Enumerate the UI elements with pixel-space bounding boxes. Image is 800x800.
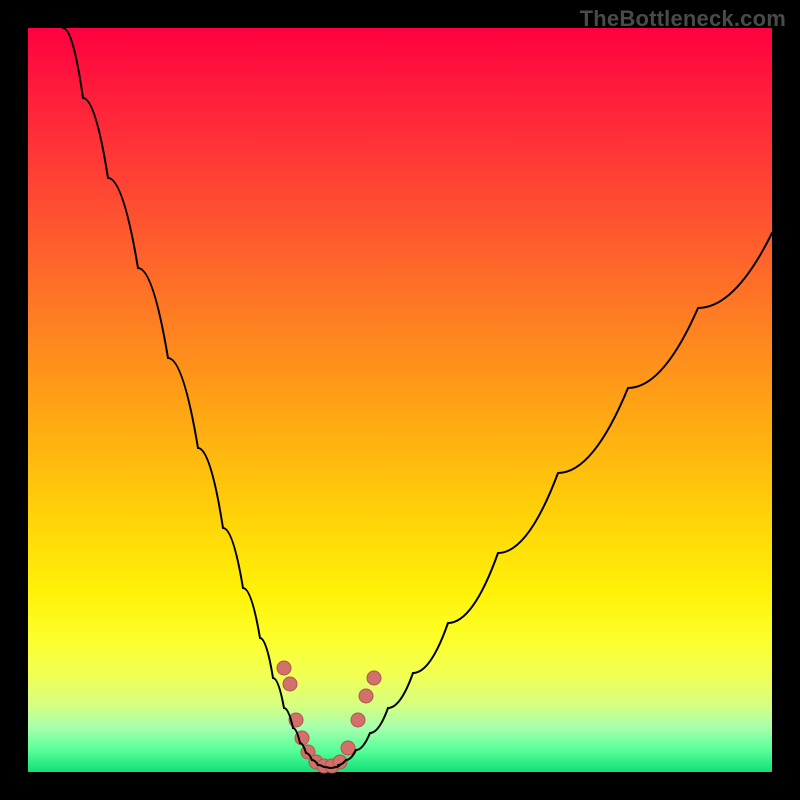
chart-svg [28, 28, 772, 772]
data-marker [277, 661, 291, 675]
curve-right-branch [338, 233, 772, 765]
curve-left-branch [63, 28, 318, 765]
data-marker [341, 741, 355, 755]
chart-frame: TheBottleneck.com [0, 0, 800, 800]
marker-group [277, 661, 381, 773]
watermark-label: TheBottleneck.com [580, 6, 786, 32]
data-marker [359, 689, 373, 703]
data-marker [351, 713, 365, 727]
data-marker [283, 677, 297, 691]
curve-group [63, 28, 772, 768]
data-marker [367, 671, 381, 685]
